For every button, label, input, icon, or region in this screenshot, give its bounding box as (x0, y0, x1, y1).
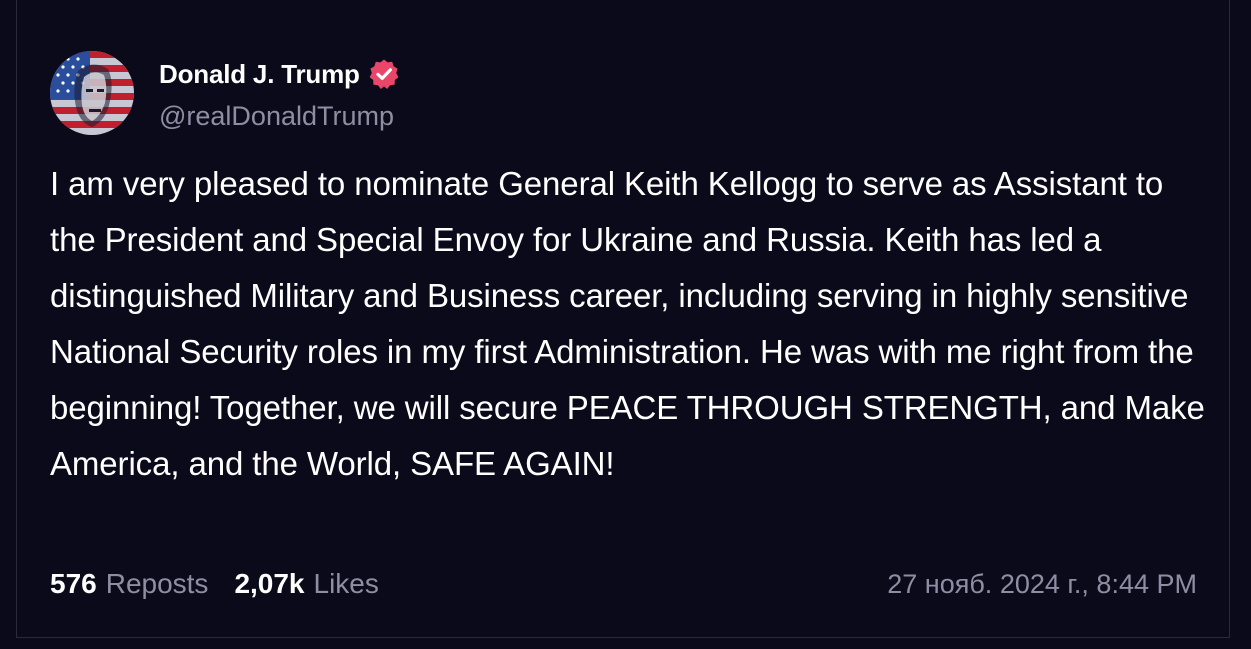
post-stats: 576 Reposts 2,07k Likes (50, 562, 379, 606)
author-row: Donald J. Trump (159, 56, 400, 92)
avatar[interactable] (50, 51, 134, 135)
reposts-count[interactable]: 576 (50, 568, 97, 600)
post-body: I am very pleased to nominate General Ke… (50, 165, 1205, 482)
verified-badge-icon (368, 58, 400, 90)
avatar-image (50, 51, 134, 135)
author-name[interactable]: Donald J. Trump (159, 59, 360, 90)
reposts-label[interactable]: Reposts (106, 568, 209, 600)
likes-count[interactable]: 2,07k (234, 568, 304, 600)
likes-label[interactable]: Likes (314, 568, 379, 600)
post-timestamp[interactable]: 27 нояб. 2024 г., 8:44 PM (887, 562, 1197, 606)
author-handle[interactable]: @realDonaldTrump (159, 101, 394, 132)
